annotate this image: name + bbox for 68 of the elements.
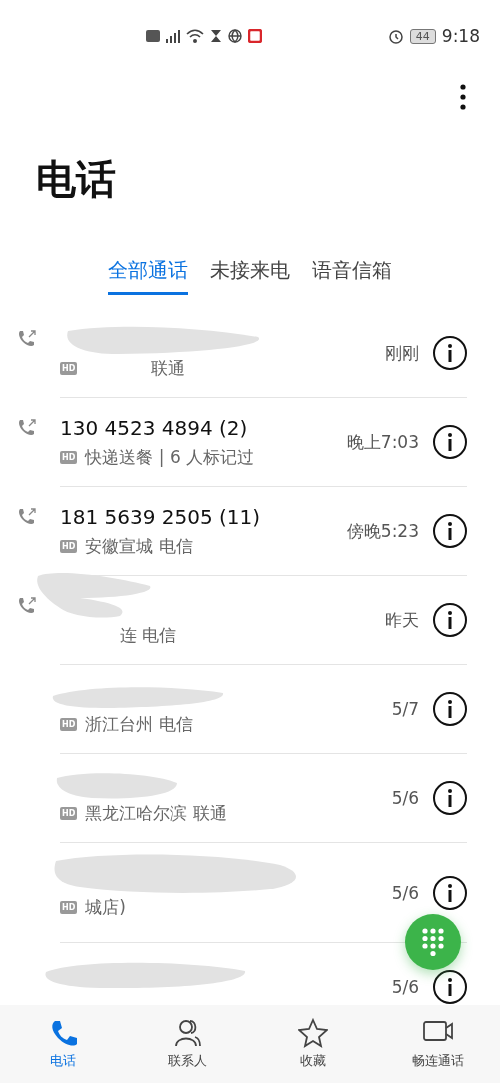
info-button[interactable]	[433, 425, 467, 459]
info-button[interactable]	[433, 692, 467, 726]
call-time: 昨天	[385, 608, 419, 632]
caller-location: 浙江台州 电信	[85, 712, 193, 736]
call-time: 5/7	[391, 699, 419, 719]
call-log-row[interactable]: HD 浙江台州 电信 5/7	[0, 665, 500, 754]
hd-badge: HD	[60, 539, 78, 553]
hd-badge: HD	[60, 361, 78, 375]
bottom-nav-tab[interactable]: 电话	[0, 1005, 125, 1083]
call-time: 傍晚5:23	[346, 519, 419, 543]
call-filter-tab[interactable]: 语音信箱	[312, 257, 392, 295]
wifi-icon	[186, 29, 204, 43]
caller-location: 城店)	[85, 896, 126, 919]
hourglass-icon	[210, 29, 222, 43]
call-log-row[interactable]: 130 4523 4894 (2) HD 快递送餐 | 6 人标记过 晚上7:03	[0, 398, 500, 487]
outgoing-call-icon	[17, 507, 37, 527]
page-title: 电话	[36, 155, 117, 204]
info-icon	[447, 433, 453, 451]
app-icon	[248, 29, 262, 43]
info-icon	[447, 978, 453, 996]
info-icon	[447, 883, 453, 902]
globe-icon	[228, 29, 242, 43]
call-log-row[interactable]: HD 黑龙江哈尔滨 联通 5/6	[0, 754, 500, 843]
clock-time: 9:18	[441, 26, 480, 46]
bottom-nav-tab[interactable]: 收藏	[250, 1005, 375, 1083]
more-menu-icon	[460, 84, 466, 110]
caller-location: 快递送餐 | 6 人标记过	[85, 445, 255, 469]
call-log-row[interactable]: HD 联通 刚刚	[0, 309, 500, 398]
call-time: 晚上7:03	[346, 430, 419, 454]
info-button[interactable]	[433, 336, 467, 370]
caller-location: 联通	[151, 356, 186, 380]
battery-level: 44	[409, 28, 436, 44]
bottom-nav-tab[interactable]: 畅连通话	[375, 1005, 500, 1083]
call-filter-tab[interactable]: 未接来电	[210, 257, 290, 295]
call-time: 5/6	[391, 977, 419, 997]
caller-location: 黑龙江哈尔滨 联通	[85, 801, 227, 825]
outgoing-call-icon	[17, 329, 37, 349]
dialpad-icon	[421, 927, 445, 957]
hd-badge: HD	[60, 717, 78, 731]
call-time: 刚刚	[385, 341, 419, 365]
caller-location: 连 电信	[120, 623, 177, 647]
call-log-row[interactable]: HD 城店) 5/6	[0, 843, 500, 943]
info-button[interactable]	[433, 875, 467, 910]
info-icon	[447, 789, 453, 807]
outgoing-call-icon	[17, 418, 37, 438]
call-time: 5/6	[391, 788, 419, 808]
hd-badge: HD	[60, 806, 78, 820]
signal-icon	[166, 29, 180, 43]
alarm-icon	[387, 28, 404, 44]
star-icon	[297, 1018, 328, 1048]
call-time: 5/6	[391, 882, 419, 903]
call-log-row[interactable]: 连 电信 昨天	[0, 576, 500, 665]
info-button[interactable]	[433, 603, 467, 637]
phone-number: 130 4523 4894 (2)	[60, 415, 248, 440]
bottom-nav-tab[interactable]: 联系人	[125, 1005, 250, 1083]
info-icon	[447, 522, 453, 540]
phone-number: 181 5639 2505 (11)	[60, 504, 261, 529]
hd-badge: HD	[60, 901, 78, 914]
info-icon	[447, 700, 453, 718]
info-icon	[447, 344, 453, 362]
contacts-icon	[172, 1018, 203, 1048]
info-button[interactable]	[433, 781, 467, 815]
call-filter-tab[interactable]: 全部通话	[108, 257, 188, 295]
info-button[interactable]	[433, 514, 467, 548]
caller-location: 安徽宣城 电信	[85, 534, 193, 558]
info-icon	[447, 611, 453, 629]
hd-badge: HD	[60, 450, 78, 464]
outgoing-call-icon	[17, 596, 37, 616]
